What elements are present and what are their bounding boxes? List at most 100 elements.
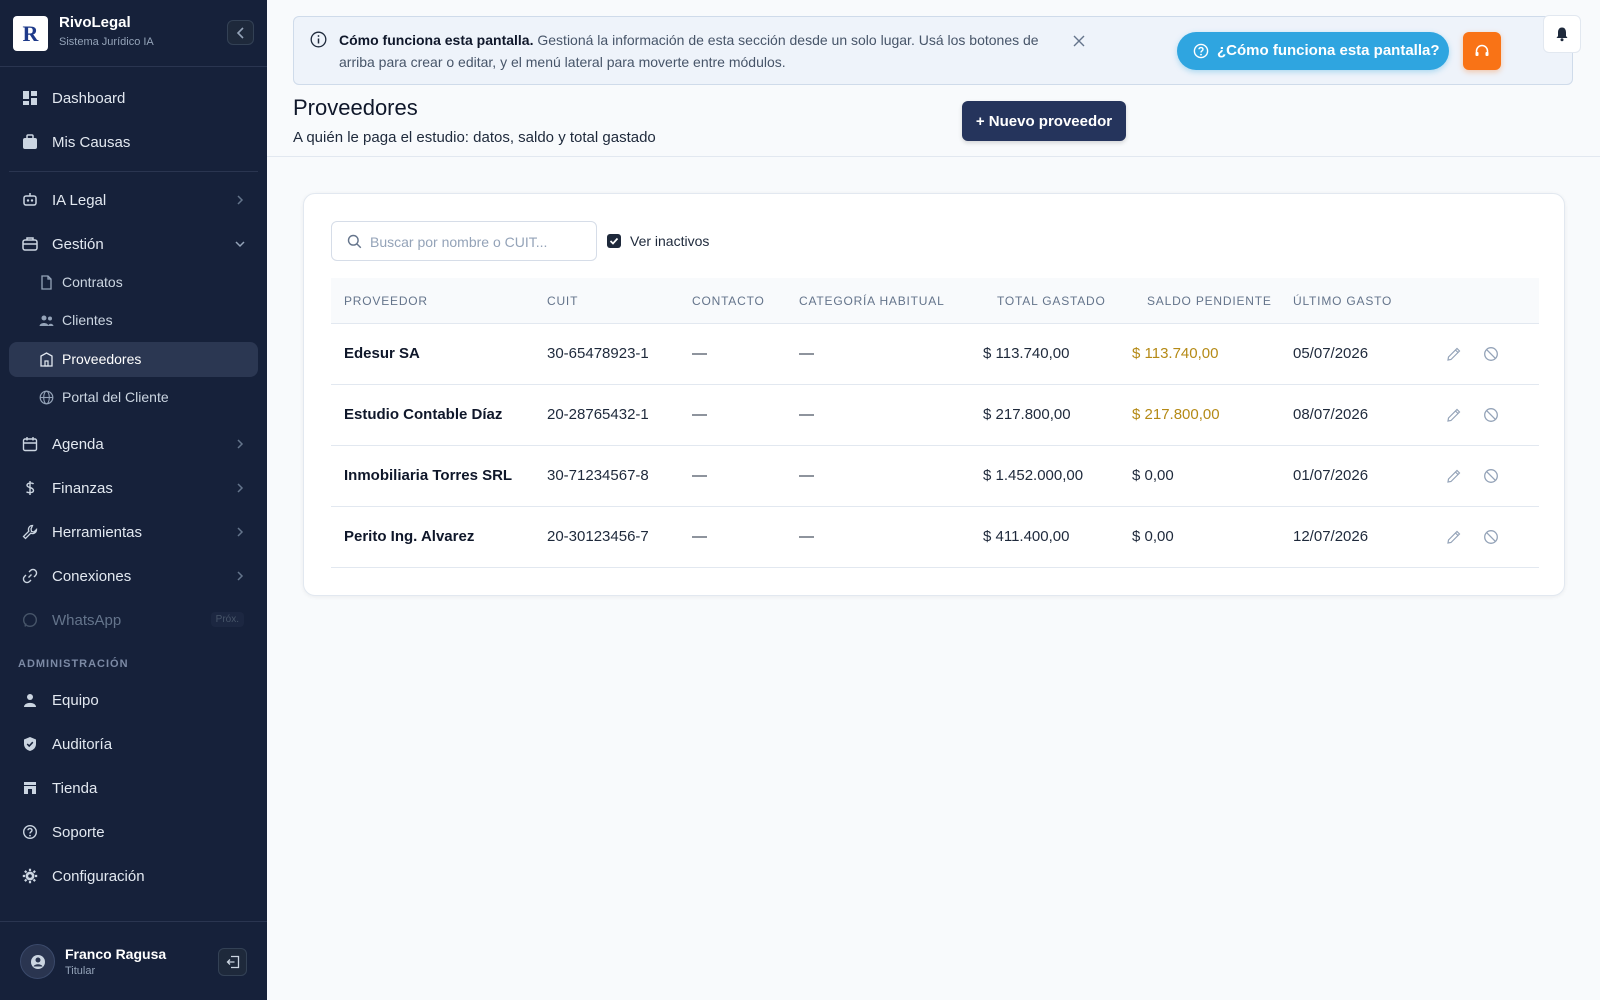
sidebar-item-soporte[interactable]: Soporte [9,814,258,850]
sidebar-subitem-proveedores[interactable]: Proveedores [9,342,258,377]
brand-logo[interactable]: R [13,16,48,51]
providers-card: Ver inactivos PROVEEDOR CUIT CONTACTO CA… [303,193,1565,596]
edit-icon[interactable] [1446,468,1462,484]
sidebar-item-gestion[interactable]: Gestión [9,226,258,262]
store-icon [24,782,36,794]
deactivate-icon[interactable] [1483,346,1499,362]
sidebar-item-agenda[interactable]: Agenda [9,426,258,462]
provider-last-expense: 12/07/2026 [1293,528,1369,545]
sidebar-item-configuracion[interactable]: Configuración [9,858,258,894]
sidebar-subitem-clientes[interactable]: Clientes [9,303,258,338]
sidebar-item-auditoria[interactable]: Auditoría [9,726,258,762]
provider-cuit: 20-30123456-7 [547,528,649,545]
column-header-cuit[interactable]: CUIT [547,294,578,308]
sidebar-item-dashboard[interactable]: Dashboard [9,80,258,116]
sidebar-subitem-label: Portal del Cliente [62,389,169,405]
brand-subtitle: Sistema Jurídico IA [59,36,154,48]
provider-total: $ 411.400,00 [983,528,1070,545]
table-row[interactable]: Perito Ing. Alvarez 20-30123456-7 — — $ … [331,507,1539,568]
sidebar-item-label: Soporte [52,823,105,841]
sidebar-subitem-contratos[interactable]: Contratos [9,265,258,300]
sidebar-item-mis-causas[interactable]: Mis Causas [9,124,258,160]
sidebar-item-tienda[interactable]: Tienda [9,770,258,806]
shield-icon [24,737,36,751]
deactivate-icon[interactable] [1483,468,1499,484]
help-button[interactable]: ¿Cómo funciona esta pantalla? [1177,32,1449,70]
sidebar-item-herramientas[interactable]: Herramientas [9,514,258,550]
show-inactive-label: Ver inactivos [630,233,710,249]
provider-name[interactable]: Inmobiliaria Torres SRL [344,467,512,484]
sidebar-item-label: Auditoría [52,735,113,753]
provider-name[interactable]: Perito Ing. Alvarez [344,528,474,545]
chevron-right-icon [237,439,244,449]
provider-last-expense: 05/07/2026 [1293,345,1369,362]
whatsapp-icon [22,612,38,628]
sidebar-subitem-portal-cliente[interactable]: Portal del Cliente [9,380,258,415]
help-circle-icon [1193,43,1209,59]
chevron-right-icon [237,195,244,205]
provider-name[interactable]: Edesur SA [344,345,420,362]
provider-pending: $ 217.800,00 [1132,406,1220,423]
column-header-proveedor[interactable]: PROVEEDOR [344,294,428,308]
wrench-icon [22,524,38,540]
search-input[interactable] [370,230,590,254]
close-icon[interactable] [1072,34,1086,48]
collapse-sidebar-button[interactable] [227,20,254,45]
notifications-button[interactable] [1543,15,1581,53]
provider-contact: — [692,528,707,545]
sidebar-item-equipo[interactable]: Equipo [9,682,258,718]
dashboard-icon [23,91,37,105]
bell-icon [1556,27,1568,42]
support-button[interactable] [1463,32,1501,70]
sidebar-item-label: Herramientas [52,523,143,541]
sidebar-item-ia-legal[interactable]: IA Legal [9,182,258,218]
info-banner-title: Cómo funciona esta pantalla. [339,32,534,48]
logout-button[interactable] [218,948,247,976]
document-icon [41,275,52,290]
link-icon [22,568,38,584]
user-circle-icon [30,954,45,969]
edit-icon[interactable] [1446,529,1462,545]
deactivate-icon[interactable] [1483,407,1499,423]
provider-contact: — [692,406,707,423]
sidebar-item-label: Configuración [52,867,145,885]
table-row[interactable]: Edesur SA 30-65478923-1 — — $ 113.740,00… [331,324,1539,385]
show-inactive-checkbox[interactable] [607,234,621,248]
table-row[interactable]: Estudio Contable Díaz 20-28765432-1 — — … [331,385,1539,446]
providers-table: PROVEEDOR CUIT CONTACTO CATEGORÍA HABITU… [331,278,1539,568]
column-header-saldo-pendiente[interactable]: SALDO PENDIENTE [1147,294,1272,308]
suitcase-icon [22,237,38,251]
logout-icon [226,955,239,969]
column-header-categoria[interactable]: CATEGORÍA HABITUAL [799,294,945,308]
edit-icon[interactable] [1446,407,1462,423]
column-header-contacto[interactable]: CONTACTO [692,294,765,308]
deactivate-icon[interactable] [1483,529,1499,545]
building-icon [40,352,53,367]
sidebar-item-finanzas[interactable]: Finanzas [9,470,258,506]
sidebar-item-label: Gestión [52,235,104,253]
users-icon [39,315,54,326]
info-banner: Cómo funciona esta pantalla. Gestioná la… [293,16,1573,85]
sidebar-item-label: Equipo [52,691,99,709]
page-subtitle: A quién le paga el estudio: datos, saldo… [293,129,656,146]
column-header-ultimo-gasto[interactable]: ÚLTIMO GASTO [1293,294,1392,308]
avatar[interactable] [20,944,55,979]
new-provider-button[interactable]: + Nuevo proveedor [962,101,1126,141]
sidebar-item-label: Agenda [52,435,104,453]
edit-icon[interactable] [1446,346,1462,362]
show-inactive-toggle[interactable]: Ver inactivos [607,233,709,249]
sidebar-item-label: Finanzas [52,479,113,497]
search-box[interactable] [331,221,597,261]
provider-cuit: 30-65478923-1 [547,345,649,362]
calendar-icon [22,437,38,452]
check-icon [609,237,619,245]
main-content: Cómo funciona esta pantalla. Gestioná la… [267,0,1600,1000]
page-title: Proveedores [293,95,418,120]
column-header-total-gastado[interactable]: TOTAL GASTADO [997,294,1106,308]
provider-name[interactable]: Estudio Contable Díaz [344,406,502,423]
table-row[interactable]: Inmobiliaria Torres SRL 30-71234567-8 — … [331,446,1539,507]
user-role: Titular [65,965,96,977]
headset-icon [1475,44,1489,56]
gear-icon [22,868,38,884]
sidebar-item-conexiones[interactable]: Conexiones [9,558,258,594]
